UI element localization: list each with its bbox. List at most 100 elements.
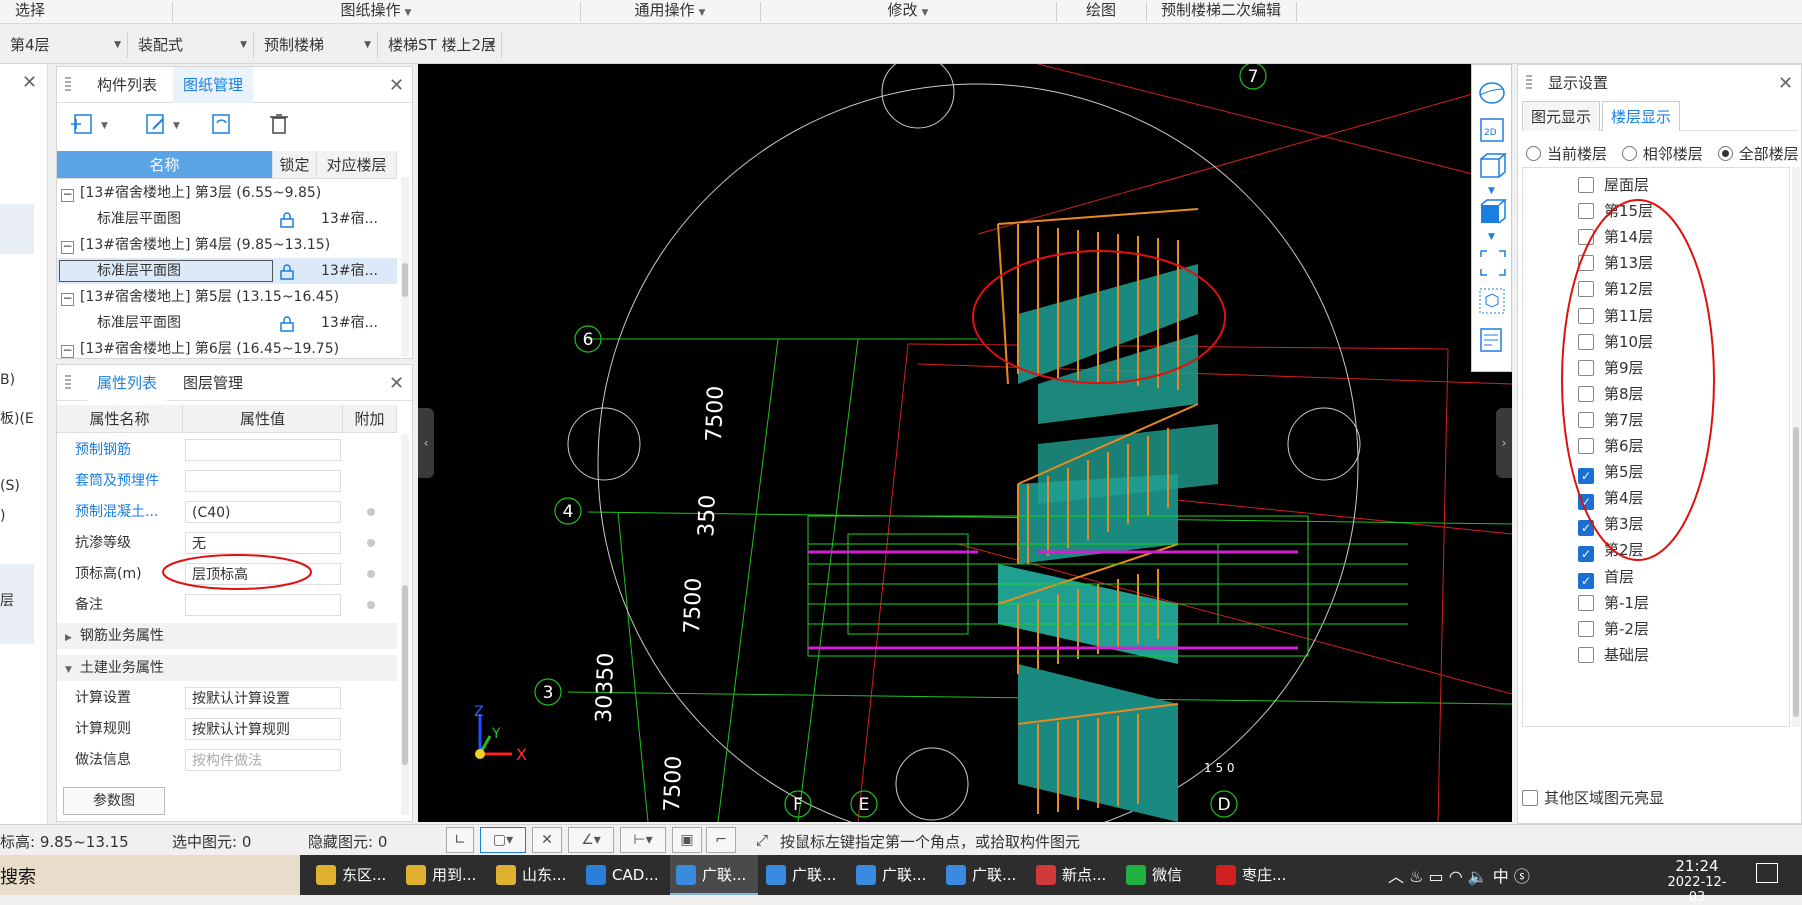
- section-rebar-business[interactable]: ▶ 钢筋业务属性: [57, 623, 397, 649]
- trace-button[interactable]: ⌐: [706, 827, 736, 853]
- property-name-link[interactable]: 预制混凝土...: [75, 499, 185, 525]
- tree-group-row[interactable]: − [13#宿舍楼地上] 第6层 (16.45~19.75): [57, 336, 397, 358]
- taskbar-app-button[interactable]: 用到...: [400, 855, 488, 895]
- layer-toggle-button[interactable]: ▣: [672, 827, 702, 853]
- tree-child-row-selected[interactable]: 标准层平面图 13#宿...: [57, 258, 397, 284]
- close-icon[interactable]: ✕: [22, 72, 37, 93]
- tray-clock[interactable]: 21:24 2022-12-03: [1662, 857, 1732, 905]
- tab-layer-management[interactable]: 图层管理: [173, 365, 253, 401]
- radio-current-floor[interactable]: 当前楼层: [1526, 145, 1607, 163]
- tray-icons[interactable]: ︿ ♨ ▭ ◠ 🔈 中 ⓢ: [1388, 863, 1530, 887]
- floor-checkbox-item[interactable]: 第-1层: [1578, 590, 1649, 616]
- parameter-diagram-button[interactable]: 参数图: [63, 787, 165, 815]
- column-header-lock[interactable]: 锁定: [273, 151, 317, 179]
- ribbon-general-ops[interactable]: 通用操作 ▼: [580, 0, 760, 24]
- scrollbar[interactable]: [401, 177, 409, 357]
- radio-adjacent-floor[interactable]: 相邻楼层: [1621, 145, 1703, 163]
- taskbar-app-button[interactable]: CAD...: [580, 855, 668, 895]
- ribbon-stair-edit[interactable]: 预制楼梯二次编辑: [1146, 0, 1296, 24]
- column-header-name[interactable]: 名称: [57, 151, 273, 179]
- collapse-icon[interactable]: −: [61, 240, 74, 254]
- attach-indicator[interactable]: [367, 601, 375, 609]
- construction-select[interactable]: 装配式 ▼: [128, 32, 254, 58]
- box-view-icon[interactable]: [1479, 288, 1505, 314]
- tab-property-list[interactable]: 属性列表: [87, 365, 168, 401]
- fit-view-icon[interactable]: [1480, 250, 1506, 276]
- drag-handle-icon[interactable]: [65, 77, 71, 93]
- checkbox-icon[interactable]: [1578, 646, 1594, 663]
- cad-canvas[interactable]: 7 6 4 3 F E D 7500 350 7500 30350 7500 1…: [418, 64, 1512, 822]
- tab-drawing-management[interactable]: 图纸管理: [173, 67, 254, 103]
- instance-select[interactable]: 楼梯ST 楼上2层 ▼: [378, 32, 502, 58]
- scrollbar[interactable]: [401, 435, 409, 815]
- taskbar-search-box[interactable]: 搜索: [0, 855, 300, 895]
- property-value-input[interactable]: [185, 439, 341, 461]
- lock-icon[interactable]: [279, 263, 295, 284]
- drag-handle-icon[interactable]: [65, 375, 71, 391]
- tab-floor-display[interactable]: 楼层显示: [1602, 101, 1681, 131]
- property-value-input[interactable]: 按构件做法: [185, 749, 341, 771]
- property-value-input[interactable]: [185, 594, 341, 616]
- collapse-right-handle[interactable]: ›: [1496, 408, 1512, 478]
- other-area-highlight-checkbox[interactable]: 其他区域图元亮显: [1522, 787, 1664, 808]
- taskbar-app-button[interactable]: 广联...: [670, 855, 758, 895]
- ortho-mode-button[interactable]: ∟: [446, 827, 474, 853]
- tab-element-display[interactable]: 图元显示: [1522, 101, 1601, 131]
- taskbar-app-button[interactable]: 枣庄...: [1210, 855, 1298, 895]
- attach-indicator[interactable]: [367, 508, 375, 516]
- checkbox-icon[interactable]: [1578, 594, 1594, 611]
- property-value-input[interactable]: 按默认计算设置: [185, 687, 341, 709]
- cross-select-button[interactable]: ✕: [532, 827, 562, 853]
- checkbox-icon[interactable]: [1578, 177, 1594, 193]
- checkbox-icon[interactable]: [1578, 620, 1594, 637]
- close-icon[interactable]: ✕: [389, 75, 404, 96]
- refresh-drawing-icon[interactable]: [212, 114, 230, 134]
- floor-checkbox-item[interactable]: 第-2层: [1578, 616, 1649, 642]
- collapse-icon[interactable]: −: [61, 292, 74, 306]
- lock-icon[interactable]: [279, 211, 295, 232]
- notification-icon[interactable]: [1756, 863, 1778, 883]
- add-drawing-icon[interactable]: [71, 114, 92, 134]
- checkbox-checked-icon[interactable]: ✓: [1578, 572, 1594, 589]
- component-select[interactable]: 预制楼梯 ▼: [254, 32, 378, 58]
- property-value-input[interactable]: [185, 470, 341, 492]
- tree-group-row[interactable]: − [13#宿舍楼地上] 第3层 (6.55~9.85): [57, 180, 397, 206]
- attach-indicator[interactable]: [367, 570, 375, 578]
- ribbon-drawing-ops[interactable]: 图纸操作 ▼: [172, 0, 580, 24]
- section-civil-business[interactable]: ▼ 土建业务属性: [57, 655, 397, 681]
- radio-all-floors[interactable]: 全部楼层: [1717, 145, 1799, 163]
- tree-group-row[interactable]: − [13#宿舍楼地上] 第5层 (13.15~16.45): [57, 284, 397, 310]
- ribbon-draw[interactable]: 绘图: [1056, 0, 1146, 24]
- tree-child-row[interactable]: 标准层平面图 13#宿...: [57, 310, 397, 336]
- tree-child-row[interactable]: 标准层平面图 13#宿...: [57, 206, 397, 232]
- ribbon-select[interactable]: 选择: [0, 0, 60, 24]
- tree-group-row[interactable]: − [13#宿舍楼地上] 第4层 (9.85~13.15): [57, 232, 397, 258]
- sliver-selected-item[interactable]: [0, 204, 34, 254]
- floor-select[interactable]: 第4层 ▼: [0, 32, 128, 58]
- tab-component-list[interactable]: 构件列表: [87, 67, 167, 103]
- lock-icon[interactable]: [279, 315, 295, 336]
- taskbar-app-button[interactable]: 新点...: [1030, 855, 1118, 895]
- floor-checkbox-item[interactable]: ✓ 首层: [1578, 564, 1634, 590]
- view-3d-icon[interactable]: [1480, 153, 1508, 178]
- ribbon-modify[interactable]: 修改 ▼: [760, 0, 1056, 24]
- edit-drawing-icon[interactable]: [146, 114, 164, 134]
- attach-indicator[interactable]: [367, 539, 375, 547]
- taskbar-app-button[interactable]: 微信: [1120, 855, 1208, 895]
- collapse-icon[interactable]: −: [61, 188, 74, 202]
- close-icon[interactable]: ✕: [389, 373, 404, 394]
- dimension-snap-button[interactable]: ⊢▾: [620, 827, 666, 853]
- taskbar-app-button[interactable]: 山东...: [490, 855, 578, 895]
- view-2d-icon[interactable]: 2D: [1480, 118, 1504, 142]
- taskbar-app-button[interactable]: 东区...: [310, 855, 398, 895]
- property-value-input[interactable]: 按默认计算规则: [185, 718, 341, 740]
- taskbar-app-button[interactable]: 广联...: [850, 855, 938, 895]
- scrollbar[interactable]: [1792, 167, 1800, 727]
- close-icon[interactable]: ✕: [1778, 73, 1793, 94]
- orbit-icon[interactable]: [1479, 82, 1505, 104]
- property-name-link[interactable]: 套筒及预埋件: [75, 468, 185, 494]
- rect-select-button[interactable]: ▢▾: [480, 827, 526, 853]
- taskbar-app-button[interactable]: 广联...: [760, 855, 848, 895]
- floor-checkbox-item[interactable]: 基础层: [1578, 642, 1649, 668]
- column-header-floor[interactable]: 对应楼层: [317, 151, 397, 179]
